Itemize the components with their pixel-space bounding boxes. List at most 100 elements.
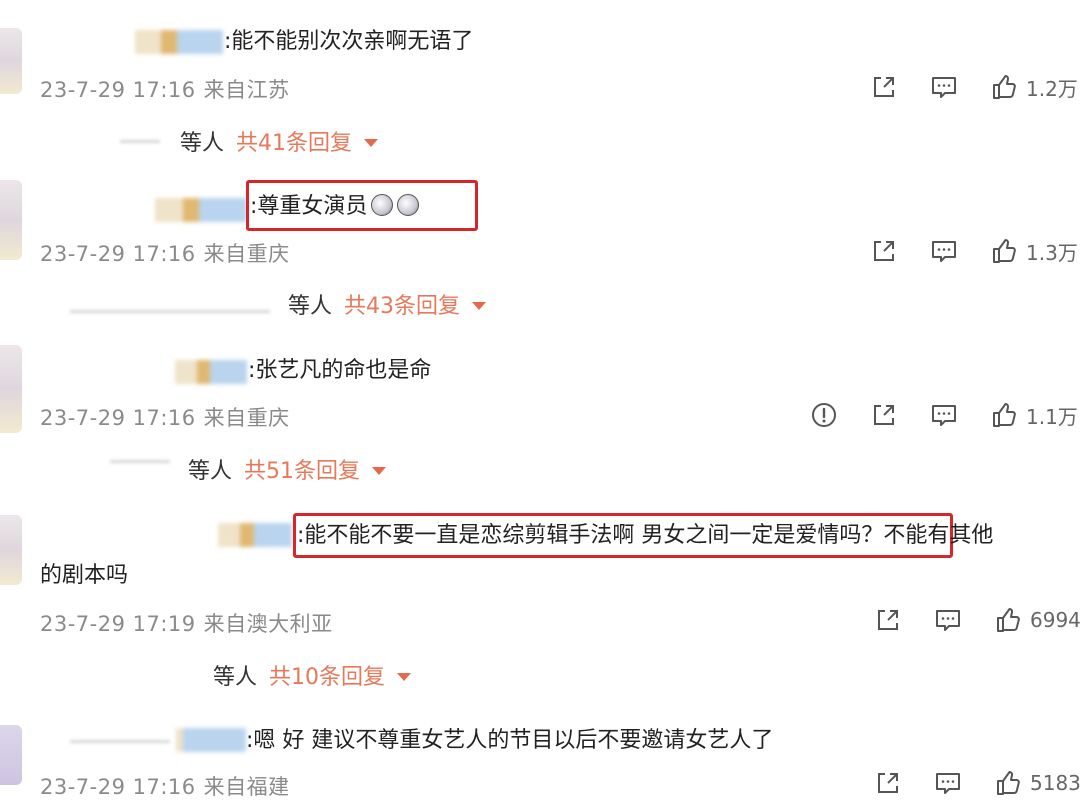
share-button[interactable] [870, 400, 898, 430]
comment-date: 23-7-29 17:19 [40, 612, 196, 636]
comment-text: :嗯 好 建议不尊重女艺人的节目以后不要邀请女艺人了 [246, 728, 774, 753]
comment-meta: 23-7-29 17:16 来自重庆 [40, 402, 298, 432]
comment-button[interactable] [934, 768, 962, 798]
username-blurred[interactable] [155, 198, 247, 222]
comment-actions: 1.1万 [810, 400, 1080, 430]
comment-date: 23-7-29 17:16 [40, 242, 196, 266]
comment-button[interactable] [934, 605, 962, 635]
share-icon [878, 610, 898, 630]
thumbs-up-icon [997, 608, 1020, 632]
avatar[interactable] [0, 725, 22, 785]
username-blurred[interactable] [135, 30, 223, 54]
reply-users: 等人 [180, 131, 225, 156]
share-button[interactable] [874, 605, 902, 635]
comment-item: :张艺凡的命也是命 23-7-29 17:16 来自重庆 1.1万 等人 共51条回… [0, 325, 1080, 495]
comment-item: :嗯 好 建议不尊重女艺人的节目以后不要邀请女艺人了 23-7-29 17:16… [0, 700, 1080, 808]
like-button[interactable]: 5183 [994, 768, 1080, 798]
comment-icon [932, 405, 956, 426]
replies-toggle[interactable]: 等人 共51条回复 [188, 453, 387, 485]
avatar[interactable] [0, 345, 22, 433]
caret-down-icon [472, 302, 487, 310]
comment-button[interactable] [930, 400, 958, 430]
comment-meta: 23-7-29 17:16 来自江苏 [40, 74, 298, 104]
like-button[interactable]: 6994 [994, 605, 1080, 635]
caret-down-icon [397, 673, 412, 681]
reply-avatar-blurred [110, 460, 170, 463]
thumbs-up-icon [993, 75, 1016, 99]
like-count: 1.1万 [1026, 404, 1078, 429]
emoji-icon [371, 194, 394, 216]
reply-count: 共51条回复 [244, 459, 361, 484]
reply-avatar-blurred [120, 140, 160, 143]
like-button[interactable]: 1.1万 [990, 400, 1078, 430]
thumbs-up-icon [993, 403, 1016, 427]
comment-location: 来自江苏 [203, 78, 290, 102]
comment-actions: 1.2万 [870, 72, 1080, 102]
comment-text-line2: 的剧本吗 [40, 563, 129, 588]
comment-date: 23-7-29 17:16 [40, 775, 196, 799]
comment-actions: 1.3万 [870, 236, 1080, 266]
reply-count: 共41条回复 [236, 131, 353, 156]
share-icon [874, 77, 894, 97]
comment-text: :能不能别次次亲啊无语了 [224, 29, 474, 54]
comment-button[interactable] [930, 236, 958, 266]
comment-item: :尊重女演员 23-7-29 17:16 来自重庆 1.3万 等人 共43条回复 [0, 160, 1080, 325]
avatar[interactable] [0, 180, 22, 260]
reply-users: 等人 [188, 459, 233, 484]
username-prefix-blurred [70, 740, 170, 743]
comment-date: 23-7-29 17:16 [40, 78, 196, 102]
avatar[interactable] [0, 28, 22, 94]
comment-location: 来自福建 [203, 775, 290, 799]
share-button[interactable] [874, 768, 902, 798]
comment-text-content: :尊重女演员 [250, 194, 368, 219]
comment-actions: 5183 [874, 768, 1080, 798]
replies-toggle[interactable]: 等人 共10条回复 [213, 659, 412, 691]
comment-item: :能不能别次次亲啊无语了 23-7-29 17:16 来自江苏 1.2万 等人 共4… [0, 0, 1080, 160]
like-count: 1.2万 [1026, 76, 1078, 101]
comment-text: :尊重女演员 [250, 192, 420, 222]
comment-icon [936, 610, 960, 631]
share-icon [874, 241, 894, 261]
emoji-icon [397, 194, 420, 216]
comment-icon [932, 241, 956, 262]
username-blurred[interactable] [175, 360, 247, 384]
reply-avatar-blurred [70, 310, 270, 313]
like-count: 6994 [1030, 608, 1080, 632]
comment-meta: 23-7-29 17:16 来自重庆 [40, 238, 298, 268]
report-button[interactable] [810, 400, 838, 430]
reply-count: 共43条回复 [344, 294, 461, 319]
comment-meta: 23-7-29 17:16 来自福建 [40, 771, 298, 801]
reply-users: 等人 [288, 294, 333, 319]
comment-text: :张艺凡的命也是命 [248, 358, 432, 383]
like-button[interactable]: 1.2万 [990, 72, 1078, 102]
comment-date: 23-7-29 17:16 [40, 406, 196, 430]
replies-toggle[interactable]: 等人 共41条回复 [180, 125, 379, 157]
comment-icon [936, 773, 960, 794]
comment-meta: 23-7-29 17:19 来自澳大利亚 [40, 608, 341, 638]
comment-actions: 6994 [874, 605, 1080, 635]
thumbs-up-icon [993, 239, 1016, 263]
comment-location: 来自重庆 [203, 242, 290, 266]
share-icon [874, 405, 894, 425]
replies-toggle[interactable]: 等人 共43条回复 [288, 288, 487, 320]
reply-count: 共10条回复 [269, 665, 386, 690]
share-icon [878, 773, 898, 793]
share-button[interactable] [870, 236, 898, 266]
thumbs-up-icon [997, 771, 1020, 795]
share-button[interactable] [870, 72, 898, 102]
like-count: 1.3万 [1026, 240, 1078, 265]
like-count: 5183 [1030, 771, 1080, 795]
comment-item: :能不能不要一直是恋综剪辑手法啊 男女之间一定是爱情吗？不能有其他 的剧本吗 2… [0, 495, 1080, 700]
comment-icon [932, 77, 956, 98]
caret-down-icon [372, 467, 387, 475]
like-button[interactable]: 1.3万 [990, 236, 1078, 266]
username-blurred[interactable] [218, 523, 292, 547]
caret-down-icon [364, 139, 379, 147]
avatar[interactable] [0, 515, 22, 585]
comment-button[interactable] [930, 72, 958, 102]
report-icon [812, 403, 836, 427]
username-blurred[interactable] [176, 728, 246, 752]
comment-location: 来自重庆 [203, 406, 290, 430]
reply-users: 等人 [213, 665, 258, 690]
comment-location: 来自澳大利亚 [203, 612, 333, 636]
